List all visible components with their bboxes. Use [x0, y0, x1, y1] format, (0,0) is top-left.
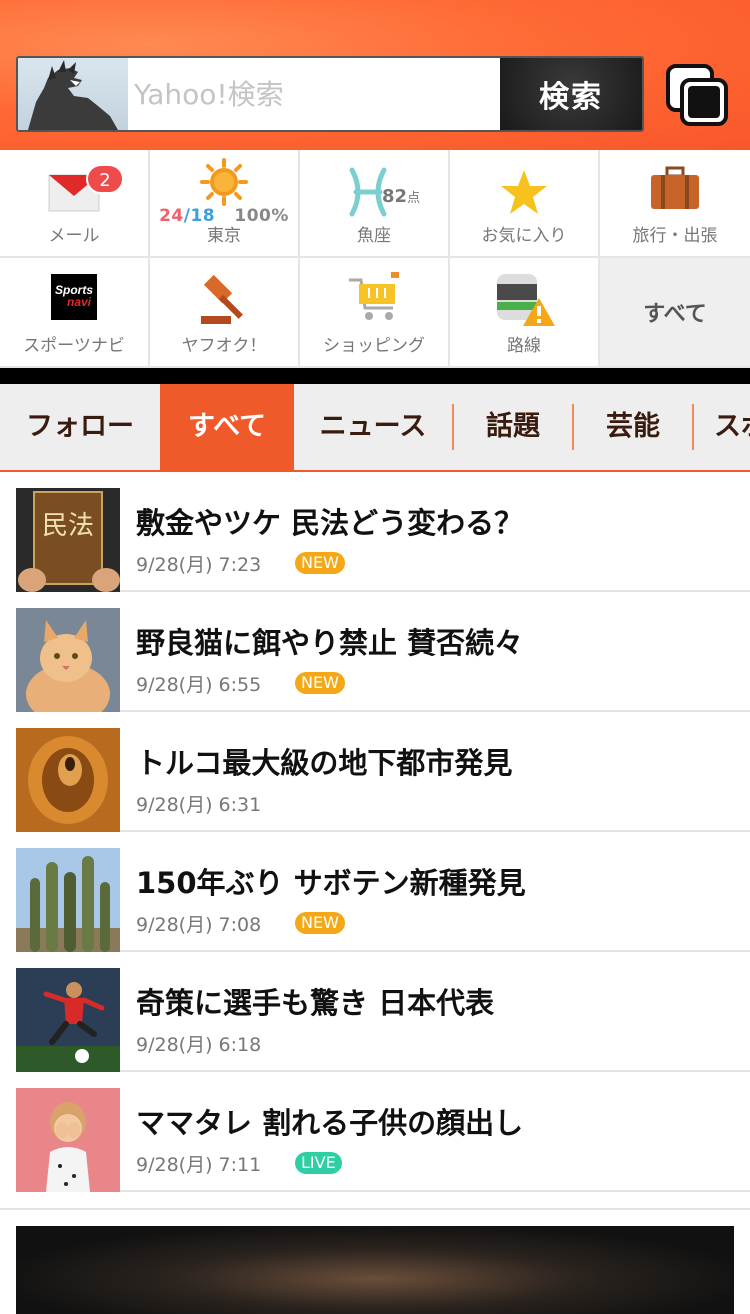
news-time: 9/28(月) 7:08	[136, 914, 262, 936]
news-headline: 敷金やツケ 民法どう変わる？	[136, 506, 524, 540]
auction-label: ヤフオク！	[181, 336, 267, 356]
live-badge: LIVE	[295, 1152, 342, 1174]
tab-news[interactable]: ニュース	[294, 384, 452, 470]
news-time: 9/28(月) 6:31	[136, 794, 262, 816]
sports-label: スポーツナビ	[23, 336, 125, 356]
news-item[interactable]: 民法 敷金やツケ 民法どう変わる？ 9/28(月) 7:23 NEW	[16, 472, 750, 592]
featured-banner-image[interactable]	[16, 1226, 734, 1314]
search-button[interactable]: 検索	[500, 58, 642, 130]
service-transit[interactable]: 路線	[450, 258, 600, 368]
section-divider	[0, 1208, 750, 1210]
service-sports[interactable]: Sports navi スポーツナビ	[0, 258, 150, 368]
news-item[interactable]: 奇策に選手も驚き 日本代表 9/28(月) 6:18	[16, 952, 750, 1072]
shopping-label: ショッピング	[323, 336, 425, 356]
tabs-icon[interactable]	[666, 64, 730, 128]
news-item[interactable]: トルコ最大級の地下都市発見 9/28(月) 6:31	[16, 712, 750, 832]
transit-label: 路線	[507, 336, 541, 356]
service-grid: 2 メール 24/18 100% 東京 82点 魚座 お気に入り 旅行・出張 S…	[0, 150, 750, 368]
news-time: 9/28(月) 7:23	[136, 554, 262, 576]
news-thumbnail	[16, 728, 120, 832]
tab-entertainment[interactable]: 芸能	[574, 384, 692, 470]
new-badge: NEW	[295, 552, 345, 574]
sportsnavi-icon: Sports navi	[51, 274, 97, 320]
score-unit: 点	[407, 191, 421, 206]
tab-topics[interactable]: 話題	[454, 384, 572, 470]
service-all-label: すべて	[643, 302, 707, 327]
book-title-text: 民法	[42, 511, 94, 541]
tab-sports[interactable]: スポ	[700, 384, 750, 470]
service-mail[interactable]: 2 メール	[0, 150, 150, 258]
news-item[interactable]: ママタレ 割れる子供の顔出し 9/28(月) 7:11 LIVE	[16, 1072, 750, 1192]
star-icon	[501, 170, 547, 214]
news-time: 9/28(月) 7:11	[136, 1154, 262, 1176]
search-theme-image	[18, 58, 128, 130]
mail-badge: 2	[86, 164, 124, 194]
score-value: 82	[382, 186, 408, 207]
service-shopping[interactable]: ショッピング	[300, 258, 450, 368]
sportsnavi-logo-text-2: navi	[67, 295, 92, 309]
news-time: 9/28(月) 6:55	[136, 674, 262, 696]
news-thumbnail: 民法	[16, 488, 120, 592]
news-headline: トルコ最大級の地下都市発見	[136, 746, 513, 780]
service-weather[interactable]: 24/18 100% 東京	[150, 150, 300, 258]
search-input[interactable]	[134, 74, 494, 114]
news-headline: 奇策に選手も驚き 日本代表	[136, 986, 495, 1020]
travel-label: 旅行・出張	[632, 226, 718, 246]
sun-icon	[200, 158, 248, 206]
news-headline: 野良猫に餌やり禁止 賛否続々	[136, 626, 524, 660]
train-alert-icon	[497, 274, 555, 326]
service-horoscope[interactable]: 82点 魚座	[300, 150, 450, 258]
service-auction[interactable]: ヤフオク！	[150, 258, 300, 368]
news-thumbnail	[16, 1088, 120, 1192]
category-tabs: フォロー すべて ニュース 話題 芸能 スポ	[0, 384, 750, 472]
favorites-label: お気に入り	[481, 226, 567, 246]
mail-label: メール	[48, 226, 100, 246]
new-badge: NEW	[295, 672, 345, 694]
search-bar: 検索	[16, 56, 644, 132]
gavel-icon	[201, 274, 243, 324]
news-item[interactable]: 150年ぶり サボテン新種発見 9/28(月) 7:08 NEW	[16, 832, 750, 952]
news-thumbnail	[16, 968, 120, 1072]
news-thumbnail	[16, 608, 120, 712]
cart-icon	[349, 272, 399, 320]
divider-bar	[0, 368, 750, 384]
new-badge: NEW	[295, 912, 345, 934]
news-time: 9/28(月) 6:18	[136, 1034, 262, 1056]
tab-all[interactable]: すべて	[160, 384, 294, 470]
service-favorites[interactable]: お気に入り	[450, 150, 600, 258]
header: 検索	[0, 0, 750, 150]
suitcase-icon	[651, 166, 699, 209]
service-all[interactable]: すべて	[600, 258, 750, 368]
tab-follow[interactable]: フォロー	[0, 384, 160, 470]
news-item[interactable]: 野良猫に餌やり禁止 賛否続々 9/28(月) 6:55 NEW	[16, 592, 750, 712]
news-headline: ママタレ 割れる子供の顔出し	[136, 1106, 524, 1140]
tab-separator	[692, 404, 694, 450]
horoscope-score: 82点	[382, 186, 420, 207]
service-travel[interactable]: 旅行・出張	[600, 150, 750, 258]
horoscope-label: 魚座	[357, 226, 391, 246]
weather-label: 東京	[207, 226, 241, 246]
news-thumbnail	[16, 848, 120, 952]
news-headline: 150年ぶり サボテン新種発見	[136, 866, 526, 900]
